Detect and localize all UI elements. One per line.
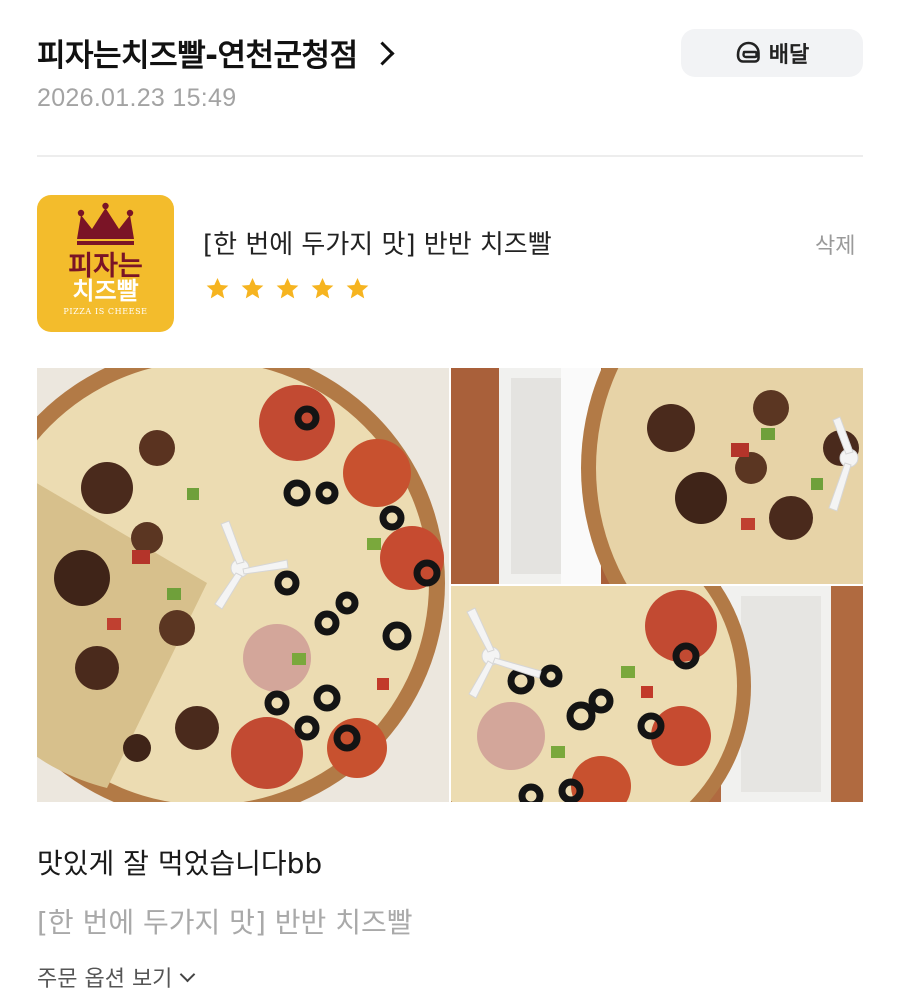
review-photo-bottom-right[interactable] — [451, 586, 863, 802]
order-options-label: 주문 옵션 보기 — [37, 967, 173, 992]
ordered-menu: [한 번에 두가지 맛] 반반 치즈빨 — [37, 906, 413, 939]
review-photo-main[interactable] — [37, 368, 449, 802]
review-screen: 피자는치즈빨-연천군청점 2026.01.23 15:49 배달 피자는 치즈빨… — [0, 0, 900, 998]
chevron-right-icon — [370, 41, 395, 66]
star-icon — [276, 277, 299, 299]
order-datetime: 2026.01.23 15:49 — [37, 84, 237, 112]
star-icon — [346, 277, 369, 299]
star-icon — [311, 277, 334, 299]
star-rating — [204, 276, 371, 302]
review-body: 맛있게 잘 먹었습니다bb — [37, 847, 323, 880]
chevron-down-icon — [180, 966, 196, 982]
review-menu-title: [한 번에 두가지 맛] 반반 치즈빨 — [203, 230, 552, 260]
review-photo-top-right[interactable] — [451, 368, 863, 584]
store-link[interactable]: 피자는치즈빨-연천군청점 — [37, 30, 395, 75]
star-icon — [206, 277, 229, 299]
divider — [37, 155, 863, 157]
helmet-icon — [735, 41, 761, 65]
logo-line-2: 치즈빨 — [72, 277, 138, 305]
store-logo: 피자는 치즈빨 PIZZA IS CHEESE — [37, 195, 174, 332]
delivery-type-label: 배달 — [768, 43, 810, 68]
star-icon — [241, 277, 264, 299]
logo-tagline: PIZZA IS CHEESE — [63, 307, 147, 316]
delete-review-button[interactable]: 삭제 — [815, 228, 855, 260]
delivery-type-badge: 배달 — [681, 29, 863, 77]
store-name: 피자는치즈빨-연천군청점 — [37, 38, 358, 74]
order-options-toggle[interactable]: 주문 옵션 보기 — [37, 961, 196, 993]
